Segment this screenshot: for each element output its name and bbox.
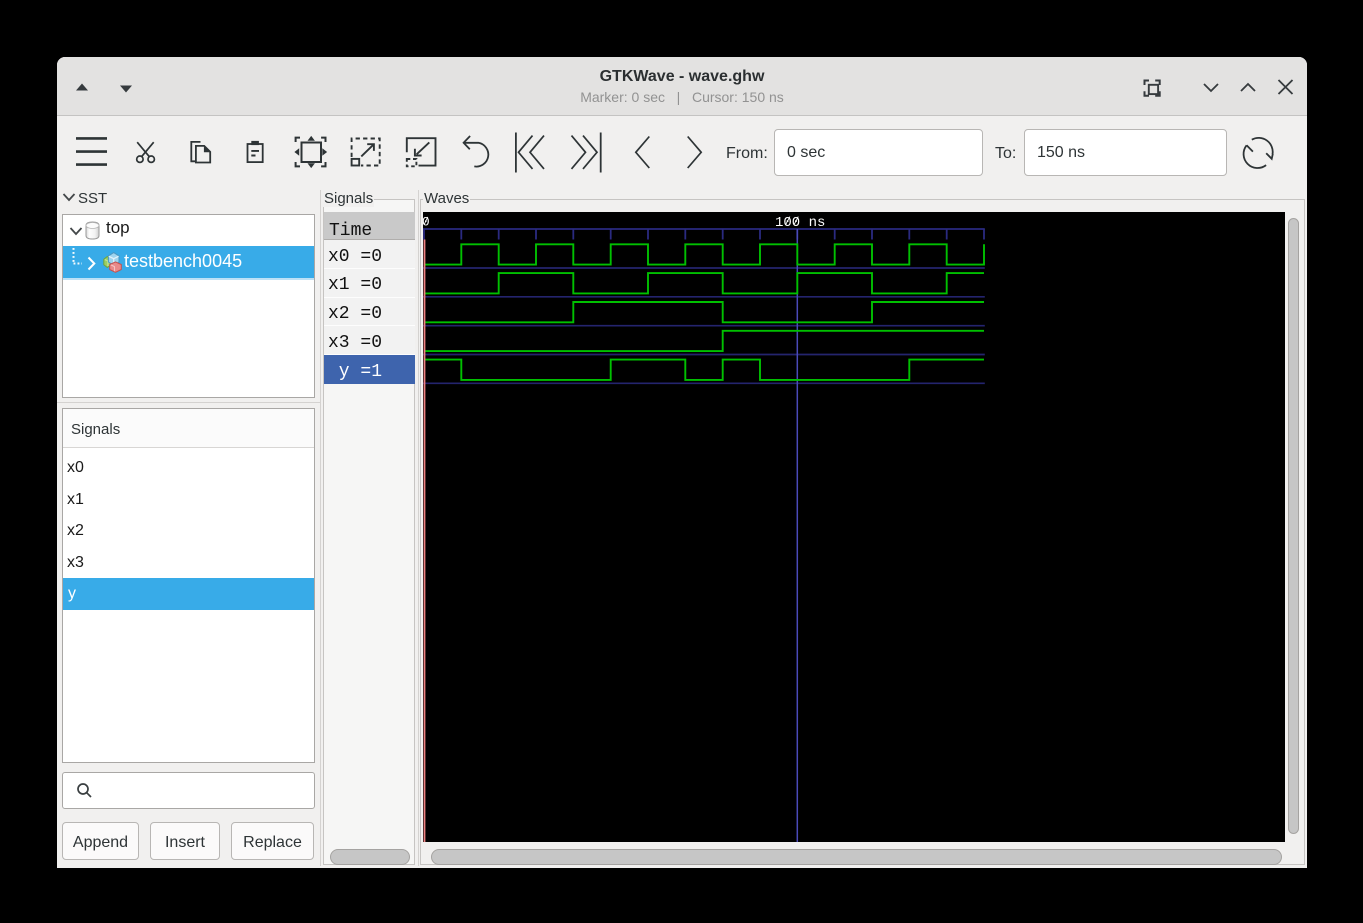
svg-text:0: 0 [423,215,430,230]
